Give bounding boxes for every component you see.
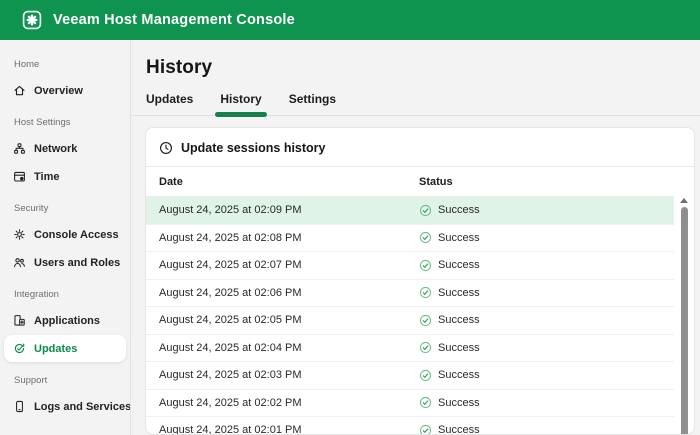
sidebar-item-time[interactable]: Time	[4, 163, 126, 190]
table-row[interactable]: August 24, 2025 at 02:02 PM Success	[146, 390, 674, 417]
sidebar-item-label: Updates	[34, 342, 78, 355]
update-sessions-card: Update sessions history Date Status Augu…	[145, 127, 695, 435]
app-window: Veeam Host Management Console Home Overvi…	[0, 0, 700, 435]
home-icon	[13, 84, 26, 97]
scrollbar-up-arrow-icon[interactable]	[680, 198, 688, 203]
status-text: Success	[438, 369, 480, 382]
table-row[interactable]: August 24, 2025 at 02:06 PM Success	[146, 280, 674, 307]
main-content: History Updates History Settings Update se…	[131, 40, 700, 435]
date-cell: August 24, 2025 at 02:09 PM	[159, 204, 302, 217]
tab-history[interactable]: History	[215, 92, 268, 117]
status-text: Success	[438, 259, 480, 272]
sidebar-section-label-home: Home	[14, 59, 40, 70]
success-icon	[419, 204, 432, 217]
success-icon	[419, 396, 432, 409]
success-icon	[419, 314, 432, 327]
status-cell: Success	[419, 204, 674, 217]
status-cell: Success	[419, 341, 674, 354]
tab-bar: Updates History Settings	[131, 92, 700, 117]
top-header-bar: Veeam Host Management Console	[0, 0, 700, 40]
date-cell: August 24, 2025 at 02:06 PM	[159, 286, 302, 299]
table-row[interactable]: August 24, 2025 at 02:03 PM Success	[146, 362, 674, 390]
date-cell: August 24, 2025 at 02:05 PM	[159, 314, 302, 327]
network-icon	[13, 142, 26, 155]
status-text: Success	[438, 424, 480, 435]
success-icon	[419, 424, 432, 434]
status-cell: Success	[419, 286, 674, 299]
column-header-status: Status	[419, 176, 453, 188]
column-header-date: Date	[159, 176, 183, 188]
applications-icon	[13, 314, 26, 327]
tab-settings[interactable]: Settings	[289, 92, 336, 115]
card-title: Update sessions history	[181, 141, 326, 155]
sidebar: Home Overview Host Settings Network Time Secu…	[0, 40, 131, 435]
users-icon	[13, 256, 26, 269]
time-icon	[13, 170, 26, 183]
updates-icon	[13, 342, 26, 355]
sidebar-section-label-support: Support	[14, 375, 48, 386]
sidebar-section-label-security: Security	[14, 203, 49, 214]
sidebar-section-label-integration: Integration	[14, 289, 59, 300]
sidebar-item-label: Logs and Services	[34, 400, 131, 413]
table-row[interactable]: August 24, 2025 at 02:09 PM Success	[146, 197, 674, 225]
date-cell: August 24, 2025 at 02:03 PM	[159, 369, 302, 382]
status-cell: Success	[419, 396, 674, 409]
sidebar-item-label: Users and Roles	[34, 256, 121, 269]
table-row[interactable]: August 24, 2025 at 02:08 PM Success	[146, 225, 674, 252]
sidebar-item-updates[interactable]: Updates	[4, 335, 126, 362]
status-cell: Success	[419, 259, 674, 272]
history-table: Date Status August 24, 2025 at 02:09 PM S…	[146, 167, 694, 435]
status-text: Success	[438, 396, 480, 409]
sidebar-item-overview[interactable]: Overview	[4, 77, 126, 104]
status-cell: Success	[419, 424, 674, 435]
status-text: Success	[438, 286, 480, 299]
date-cell: August 24, 2025 at 02:04 PM	[159, 341, 302, 354]
app-title: Veeam Host Management Console	[53, 12, 295, 28]
date-cell: August 24, 2025 at 02:01 PM	[159, 424, 302, 435]
status-cell: Success	[419, 231, 674, 244]
table-scrollbar[interactable]	[679, 196, 689, 434]
success-icon	[419, 259, 432, 272]
clock-icon	[159, 141, 173, 155]
status-text: Success	[438, 204, 480, 217]
status-text: Success	[438, 314, 480, 327]
sidebar-item-label: Overview	[34, 84, 83, 97]
sidebar-item-label: Network	[34, 142, 78, 155]
table-row[interactable]: August 24, 2025 at 02:04 PM Success	[146, 335, 674, 362]
date-cell: August 24, 2025 at 02:08 PM	[159, 231, 302, 244]
status-cell: Success	[419, 314, 674, 327]
date-cell: August 24, 2025 at 02:02 PM	[159, 396, 302, 409]
sidebar-section-label-host-settings: Host Settings	[14, 117, 71, 128]
date-cell: August 24, 2025 at 02:07 PM	[159, 259, 302, 272]
status-cell: Success	[419, 369, 674, 382]
gear-icon	[13, 228, 26, 241]
success-icon	[419, 341, 432, 354]
sidebar-item-label: Applications	[34, 314, 101, 327]
scrollbar-thumb[interactable]	[680, 207, 688, 434]
sidebar-item-users-and-roles[interactable]: Users and Roles	[4, 249, 126, 276]
tab-updates[interactable]: Updates	[146, 92, 193, 115]
table-row[interactable]: August 24, 2025 at 02:05 PM Success	[146, 307, 674, 335]
table-header-row: Date Status	[146, 167, 674, 197]
sidebar-item-logs-and-services[interactable]: Logs and Services	[4, 393, 130, 420]
status-text: Success	[438, 231, 480, 244]
sidebar-item-console-access[interactable]: Console Access	[4, 221, 126, 248]
success-icon	[419, 286, 432, 299]
status-text: Success	[438, 341, 480, 354]
sidebar-item-label: Console Access	[34, 228, 119, 241]
table-row[interactable]: August 24, 2025 at 02:07 PM Success	[146, 252, 674, 280]
table-row[interactable]: August 24, 2025 at 02:01 PM Success	[146, 417, 674, 435]
logs-icon	[13, 400, 26, 413]
veeam-logo-icon	[22, 10, 42, 30]
page-title: History	[146, 57, 213, 78]
sidebar-item-applications[interactable]: Applications	[4, 307, 126, 334]
success-icon	[419, 369, 432, 382]
success-icon	[419, 231, 432, 244]
sidebar-item-network[interactable]: Network	[4, 135, 126, 162]
sidebar-item-label: Time	[34, 170, 60, 183]
